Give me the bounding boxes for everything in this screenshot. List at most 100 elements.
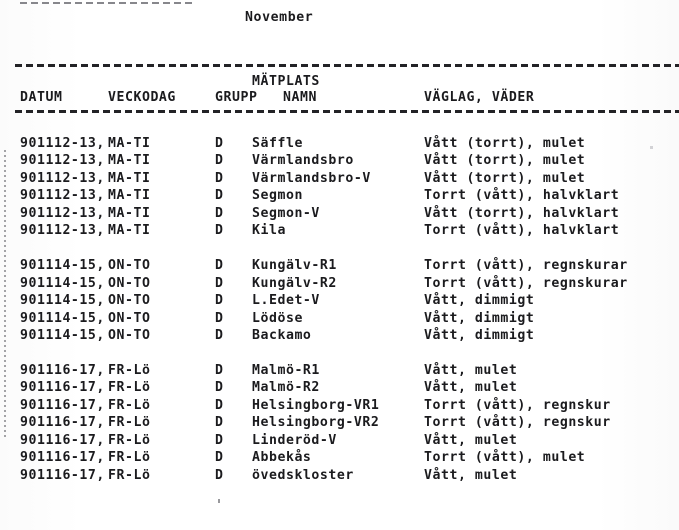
cell-namn: Värmlandsbro-V <box>252 170 371 186</box>
table-row: 901116-17, FR-Lö Dövedskloster Vått, mulet <box>0 468 679 485</box>
cell-vaglag-vader: Torrt (vått), halvklart <box>424 223 620 239</box>
cell-namn: Segmon <box>252 188 303 204</box>
column-header-namn: NAMN <box>283 90 317 105</box>
cell-grupp: D <box>215 275 224 291</box>
cell-datum: 901114-15, <box>20 293 105 309</box>
cell-veckodag: ON-TO <box>108 258 151 274</box>
cell-veckodag: MA-TI <box>108 136 151 151</box>
table-row: 901114-15, ON-TO D Backamo Vått, dimmigt <box>0 328 679 345</box>
cell-grupp: D <box>215 170 224 186</box>
table-row: 901116-17, FR-Lö D Linderöd-V Vått, mulet <box>0 433 679 450</box>
cell-namn: Helsingborg-VR2 <box>252 415 380 431</box>
cell-grupp: D <box>215 136 224 151</box>
separator-rule-top-clipped <box>20 2 196 4</box>
cell-grupp: D <box>215 362 224 378</box>
cell-veckodag: ON-TO <box>108 327 151 343</box>
table-row: 901116-17, FR-Lö D Malmö-R1 Vått, mulet <box>0 363 679 380</box>
cell-veckodag: FR-Lö <box>108 362 151 378</box>
cell-namn: Kungälv-R2 <box>252 275 337 291</box>
cell-grupp: D <box>215 205 224 221</box>
cell-vaglag-vader: Vått, mulet <box>424 432 518 448</box>
cell-vaglag-vader: Vått, dimmigt <box>424 327 535 343</box>
cell-datum: 901112-13, <box>20 205 105 221</box>
cell-veckodag: FR-Lö <box>108 380 151 396</box>
cell-datum: 901112-13, <box>20 223 105 239</box>
column-header-datum: DATUM <box>20 90 63 105</box>
cell-veckodag: MA-TI <box>108 153 151 169</box>
table-row: 901116-17, FR-Lö D Helsingborg-VR2 Torrt (vå… <box>0 415 679 432</box>
cell-datum: 901112-13, <box>20 136 105 151</box>
cell-grupp: D <box>215 223 224 239</box>
cell-veckodag: FR-Lö <box>108 415 151 431</box>
cell-namn: Kungälv-R1 <box>252 258 337 274</box>
cell-grupp: D <box>215 415 224 431</box>
cell-namn: övedskloster <box>252 467 354 483</box>
cell-veckodag: ON-TO <box>108 293 151 309</box>
cell-vaglag-vader: Torrt (vått), mulet <box>424 450 586 466</box>
cell-veckodag: ON-TO <box>108 275 151 291</box>
table-row: 901112-13, MA-TI D Segmon-V Vått (torrt), ha… <box>0 206 679 223</box>
cell-veckodag: FR-Lö <box>108 467 151 483</box>
cell-vaglag-vader: Vått, dimmigt <box>424 293 535 309</box>
cell-veckodag: FR-Lö <box>108 397 151 413</box>
cell-datum: 901112-13, <box>20 153 105 169</box>
cell-veckodag: MA-TI <box>108 188 151 204</box>
cell-namn: Segmon-V <box>252 205 320 221</box>
cell-datum: 901116-17, <box>20 467 105 483</box>
cell-datum: 901114-15, <box>20 258 105 274</box>
cell-namn: Lödöse <box>252 310 303 326</box>
cell-vaglag-vader: Vått, dimmigt <box>424 310 535 326</box>
cell-grupp: D <box>215 153 224 169</box>
cell-grupp: D <box>215 310 224 326</box>
table-row: 901112-13, MA-TI D Värmlandsbro-V Vått (torr… <box>0 171 679 188</box>
column-header-matplats: MÄTPLATS <box>252 74 320 89</box>
cell-datum: 901112-13, <box>20 188 105 204</box>
cell-grupp: D <box>215 258 224 274</box>
cell-veckodag: MA-TI <box>108 170 151 186</box>
cell-datum: 901112-13, <box>20 170 105 186</box>
cell-veckodag: ON-TO <box>108 310 151 326</box>
cell-namn: Värmlandsbro <box>252 153 354 169</box>
table-row: 901112-13, MA-TI D Kila Torrt (vått), halvkl… <box>0 223 679 240</box>
cell-vaglag-vader: Vått (torrt), mulet <box>424 170 586 186</box>
cell-datum: 901116-17, <box>20 380 105 396</box>
cell-datum: 901116-17, <box>20 415 105 431</box>
table-row: 901112-13, MA-TI D Värmlandsbro Vått (torrt)… <box>0 153 679 170</box>
table-row: 901112-13, MA-TI D Säffle Vått (torrt), mule… <box>0 136 679 153</box>
cell-vaglag-vader: Vått, mulet <box>424 380 518 396</box>
cell-vaglag-vader: Vått (torrt), mulet <box>424 153 586 169</box>
cell-namn: Malmö-R2 <box>252 380 320 396</box>
cell-datum: 901116-17, <box>20 397 105 413</box>
cell-namn: Abbekås <box>252 450 312 466</box>
cell-grupp: D <box>215 327 224 343</box>
cell-grupp: D <box>215 380 224 396</box>
cell-grupp: D <box>215 432 224 448</box>
table-row: 901114-15, ON-TO D Kungälv-R2 Torrt (vått), … <box>0 276 679 293</box>
cell-namn: Backamo <box>252 327 312 343</box>
cell-vaglag-vader: Vått (torrt), mulet <box>424 136 586 151</box>
cell-datum: 901114-15, <box>20 275 105 291</box>
table-row: 901116-17, FR-Lö D Helsingborg-VR1 Torrt (vå… <box>0 398 679 415</box>
cell-grupp: D <box>215 397 224 413</box>
column-header-grupp: GRUPP <box>215 90 258 105</box>
cell-vaglag-vader: Vått, mulet <box>424 362 518 378</box>
cell-veckodag: MA-TI <box>108 223 151 239</box>
table-row: 901116-17, FR-Lö D Abbekås Torrt (vått), mul… <box>0 450 679 467</box>
cell-grupp: D <box>215 293 224 309</box>
cell-vaglag-vader: Torrt (vått), regnskurar <box>424 275 628 291</box>
separator-rule-above-header <box>15 64 679 67</box>
cell-datum: 901114-15, <box>20 310 105 326</box>
cell-grupp: D <box>215 188 224 204</box>
cell-veckodag: FR-Lö <box>108 450 151 466</box>
cell-vaglag-vader: Torrt (vått), regnskurar <box>424 258 628 274</box>
cell-datum: 901114-15, <box>20 327 105 343</box>
cell-grupp: D <box>215 467 224 483</box>
cell-namn: Linderöd-V <box>252 432 337 448</box>
column-header-vaglag-vader: VÄGLAG, VÄDER <box>424 90 535 105</box>
table-row: 901114-15, ON-TO D Kungälv-R1 Torrt (vått), … <box>0 258 679 275</box>
column-header-veckodag: VECKODAG <box>108 90 176 105</box>
cell-vaglag-vader: Torrt (vått), regnskur <box>424 415 611 431</box>
cell-namn: Helsingborg-VR1 <box>252 397 380 413</box>
month-title: November <box>245 10 314 25</box>
cell-grupp: D <box>215 450 224 466</box>
